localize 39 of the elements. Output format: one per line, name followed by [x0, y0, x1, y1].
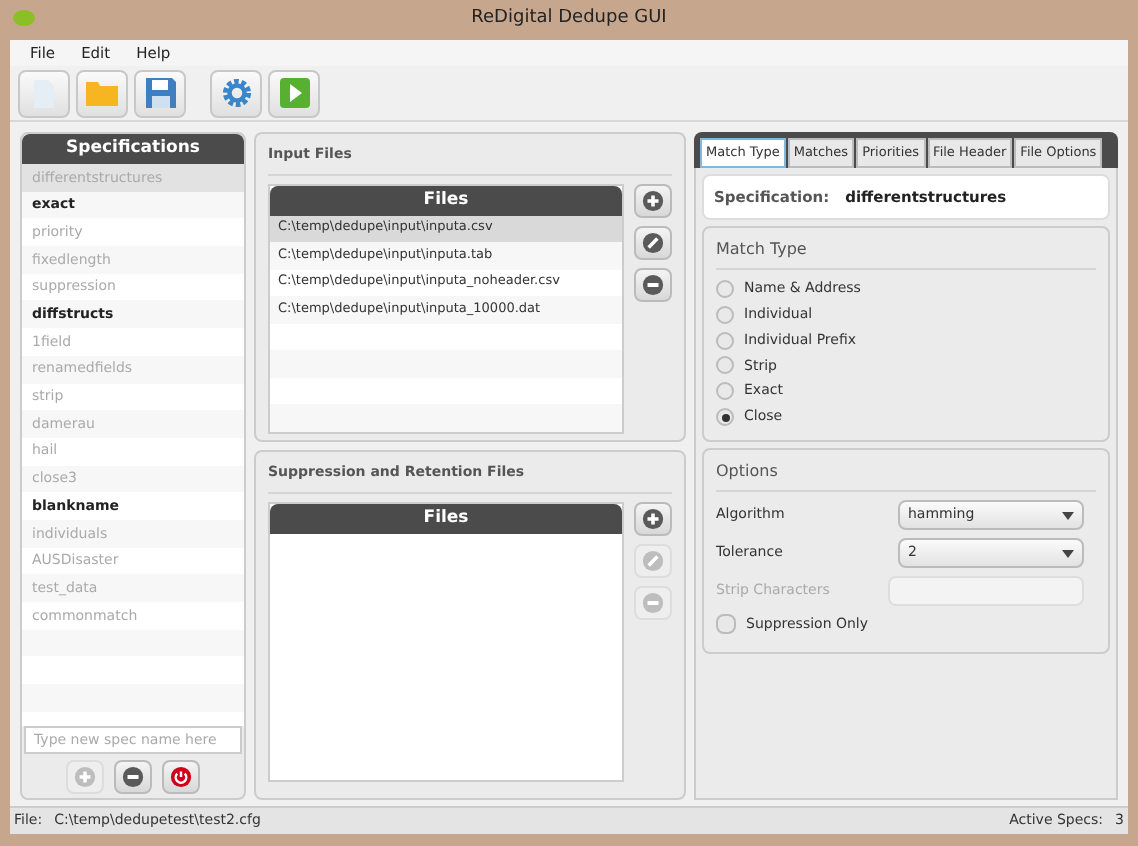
section-title: Match Type [716, 238, 1096, 270]
column-header: Files [270, 185, 622, 215]
new-button[interactable] [18, 69, 70, 117]
remove-button[interactable] [634, 267, 672, 301]
add-button[interactable] [634, 501, 672, 535]
column-header: Specifications [22, 134, 244, 164]
folder-icon [86, 80, 118, 106]
delete-button[interactable] [162, 759, 200, 793]
delete-icon [170, 765, 192, 787]
radio-button[interactable] [716, 305, 734, 324]
section-title: Options [716, 460, 1096, 492]
radio-button[interactable] [716, 279, 734, 298]
dropdown-arrow-icon [1062, 511, 1074, 519]
window-title: ReDigital Dedupe GUI [471, 6, 667, 33]
app-logo-icon [12, 8, 36, 28]
radio-button[interactable] [716, 382, 734, 401]
remove-icon [642, 591, 664, 613]
settings-icon [221, 78, 251, 108]
run-button[interactable] [268, 69, 320, 117]
add-button[interactable] [634, 183, 672, 217]
edit-icon [642, 231, 664, 253]
add-icon [74, 765, 96, 787]
save-button[interactable] [134, 69, 186, 117]
radio-button[interactable] [716, 356, 734, 375]
play-icon [279, 78, 309, 108]
open-button[interactable] [76, 69, 128, 117]
add-icon [642, 507, 664, 529]
remove-button[interactable] [114, 759, 152, 793]
edit-button[interactable] [634, 225, 672, 259]
column-header: Files [270, 503, 622, 533]
radio-button[interactable] [716, 408, 734, 427]
checkbox[interactable] [716, 614, 736, 635]
remove-icon [642, 273, 664, 295]
settings-button[interactable] [210, 69, 262, 117]
remove-icon [122, 765, 144, 787]
dropdown-arrow-icon [1062, 549, 1074, 557]
add-icon [642, 189, 664, 211]
edit-icon [642, 549, 664, 571]
radio-button[interactable] [716, 331, 734, 350]
